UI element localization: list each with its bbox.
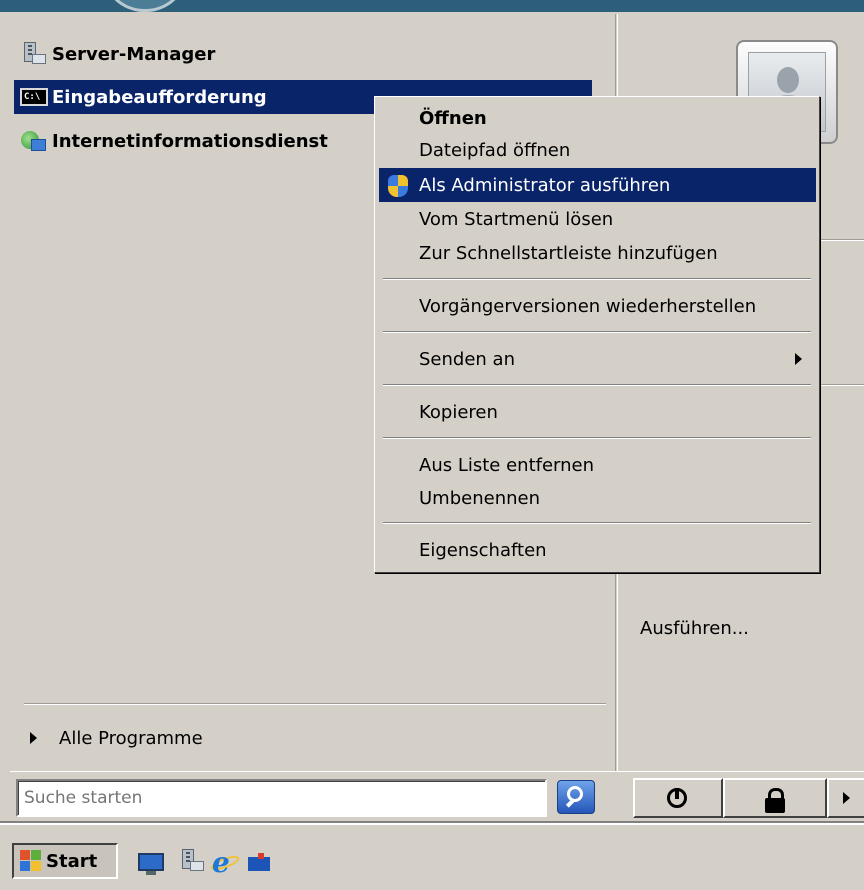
windows-flag-icon xyxy=(20,850,42,872)
lock-button[interactable] xyxy=(723,778,827,818)
context-menu: Öffnen Dateipfad öffnen Als Administrato… xyxy=(374,96,820,573)
context-menu-separator xyxy=(383,278,811,280)
context-menu-separator xyxy=(383,522,811,524)
context-menu-item-rename[interactable]: Umbenennen xyxy=(379,481,816,515)
internet-explorer-icon[interactable]: e xyxy=(209,849,241,877)
server-manager-icon xyxy=(18,42,48,66)
all-programs-label: Alle Programme xyxy=(59,727,203,749)
server-manager-icon[interactable] xyxy=(176,849,204,877)
context-menu-item-label: Senden an xyxy=(419,348,515,370)
taskbar: Start e xyxy=(0,821,864,890)
lock-icon xyxy=(765,788,785,813)
left-panel-separator xyxy=(24,703,606,705)
context-menu-item-label: Zur Schnellstartleiste hinzufügen xyxy=(419,242,718,264)
context-menu-separator xyxy=(383,384,811,386)
command-prompt-icon: C:\ xyxy=(18,85,48,109)
context-menu-separator xyxy=(383,437,811,439)
uac-shield-icon xyxy=(387,174,409,197)
context-menu-item-send-to[interactable]: Senden an xyxy=(379,342,816,376)
context-menu-item-label: Eigenschaften xyxy=(419,539,547,561)
search-button[interactable] xyxy=(557,780,595,814)
start-button[interactable]: Start xyxy=(12,843,118,879)
iis-icon xyxy=(18,129,48,153)
context-menu-item-open[interactable]: Öffnen xyxy=(379,101,816,135)
context-menu-item-restore-versions[interactable]: Vorgängerversionen wiederherstellen xyxy=(379,289,816,323)
context-menu-item-add-quick-launch[interactable]: Zur Schnellstartleiste hinzufügen xyxy=(379,236,816,270)
context-menu-item-remove-from-list[interactable]: Aus Liste entfernen xyxy=(379,448,816,482)
power-button[interactable] xyxy=(633,778,723,818)
triangle-right-icon xyxy=(30,732,37,744)
context-menu-item-run-as-admin[interactable]: Als Administrator ausführen xyxy=(379,168,816,202)
context-menu-item-label: Öffnen xyxy=(419,107,487,129)
context-menu-item-label: Dateipfad öffnen xyxy=(419,139,571,161)
power-icon xyxy=(667,788,687,808)
context-menu-item-label: Aus Liste entfernen xyxy=(419,454,595,476)
triangle-right-icon xyxy=(843,792,850,804)
show-desktop-icon[interactable] xyxy=(138,849,166,877)
context-menu-item-properties[interactable]: Eigenschaften xyxy=(379,533,816,567)
context-menu-item-label: Vom Startmenü lösen xyxy=(419,208,614,230)
context-menu-item-label: Kopieren xyxy=(419,401,498,423)
pinned-item-label: Internetinformationsdienst xyxy=(52,130,328,152)
context-menu-item-label: Umbenennen xyxy=(419,487,540,509)
context-menu-separator xyxy=(383,331,811,333)
submenu-arrow-icon xyxy=(795,353,802,365)
network-icon[interactable] xyxy=(246,849,274,877)
run-link[interactable]: Ausführen... xyxy=(640,618,749,639)
pinned-item-label: Eingabeaufforderung xyxy=(52,86,267,108)
pinned-item-label: Server-Manager xyxy=(52,43,216,65)
right-panel-separator xyxy=(818,239,864,241)
context-menu-item-copy[interactable]: Kopieren xyxy=(379,395,816,429)
search-input[interactable] xyxy=(18,781,545,815)
search-field[interactable] xyxy=(16,779,547,817)
context-menu-item-open-file-location[interactable]: Dateipfad öffnen xyxy=(379,133,816,167)
all-programs-button[interactable]: Alle Programme xyxy=(30,722,203,754)
pinned-item-server-manager[interactable]: Server-Manager xyxy=(14,37,592,71)
context-menu-item-label: Als Administrator ausführen xyxy=(419,174,671,196)
start-label: Start xyxy=(46,850,98,872)
shutdown-options-button[interactable] xyxy=(827,778,864,818)
context-menu-item-label: Vorgängerversionen wiederherstellen xyxy=(419,295,757,317)
context-menu-item-unpin[interactable]: Vom Startmenü lösen xyxy=(379,202,816,236)
right-panel-separator xyxy=(818,384,864,386)
